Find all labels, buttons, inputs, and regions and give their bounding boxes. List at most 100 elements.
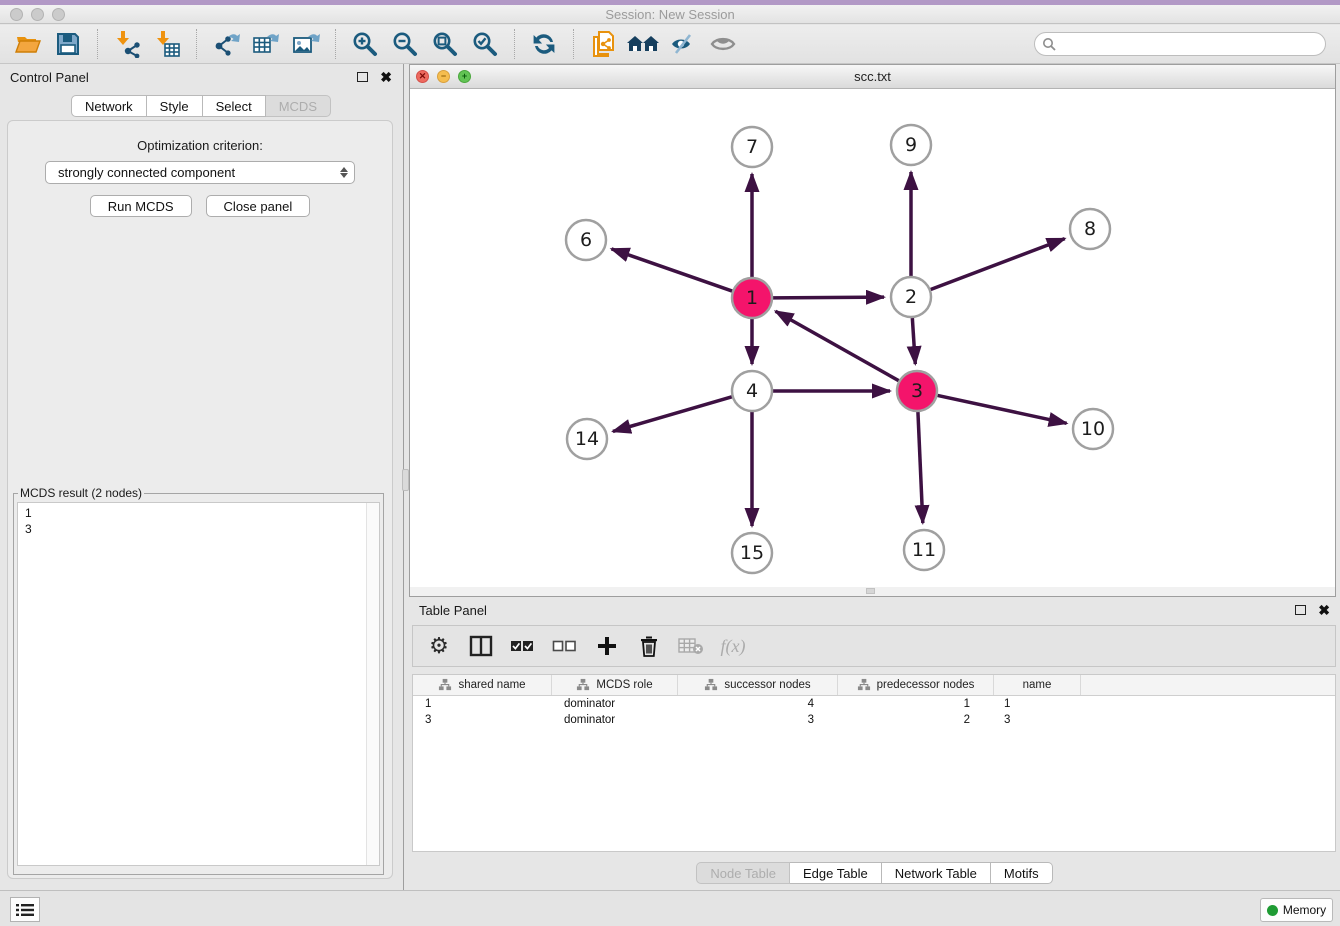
cell-successor-nodes[interactable]: 4 xyxy=(678,698,838,710)
search-input[interactable] xyxy=(1034,32,1326,56)
export-network-icon xyxy=(211,30,241,58)
hide-panel-button[interactable] xyxy=(666,28,700,60)
zoom-in-button[interactable] xyxy=(348,28,382,60)
mcds-result-title: MCDS result (2 nodes) xyxy=(18,486,144,500)
table-row[interactable]: 3 dominator 3 2 3 xyxy=(413,712,1335,728)
zoom-selected-button[interactable] xyxy=(468,28,502,60)
delete-table-button[interactable] xyxy=(677,632,705,660)
toolbar-separator xyxy=(573,29,574,59)
toolbar-separator xyxy=(97,29,98,59)
float-table-panel-icon[interactable] xyxy=(1295,605,1306,615)
splitter-handle[interactable] xyxy=(402,469,409,491)
unchecked-boxes-icon xyxy=(552,637,578,655)
network-hscroll-knob[interactable] xyxy=(866,588,875,594)
column-label: name xyxy=(1023,679,1052,691)
float-panel-icon[interactable] xyxy=(357,72,368,82)
show-columns-button[interactable] xyxy=(467,632,495,660)
column-header-name[interactable]: name xyxy=(994,675,1081,695)
node-table[interactable]: shared name MCDS role successor nodes pr… xyxy=(412,674,1336,852)
result-scrollbar[interactable] xyxy=(366,503,379,865)
cell-shared-name[interactable]: 1 xyxy=(413,698,552,710)
graph-edge-2-3[interactable] xyxy=(912,318,915,364)
column-header-predecessor-nodes[interactable]: predecessor nodes xyxy=(838,675,994,695)
cell-successor-nodes[interactable]: 3 xyxy=(678,714,838,726)
cell-name[interactable]: 1 xyxy=(994,698,1081,710)
close-panel-button[interactable]: Close panel xyxy=(206,195,311,217)
network-window-title: scc.txt xyxy=(410,69,1335,84)
delete-column-button[interactable] xyxy=(635,632,663,660)
export-network-button[interactable] xyxy=(209,28,243,60)
cell-predecessor-nodes[interactable]: 2 xyxy=(838,714,994,726)
column-header-successor-nodes[interactable]: successor nodes xyxy=(678,675,838,695)
graph-edge-3-11[interactable] xyxy=(918,412,923,523)
checked-boxes-icon xyxy=(510,637,536,655)
clone-network-button[interactable] xyxy=(586,28,620,60)
cell-mcds-role[interactable]: dominator xyxy=(552,714,678,726)
toolbar-separator xyxy=(196,29,197,59)
column-label: predecessor nodes xyxy=(877,679,975,691)
graph-node-label: 11 xyxy=(912,539,936,561)
export-image-icon xyxy=(291,30,321,58)
select-all-button[interactable] xyxy=(509,632,537,660)
graph-edge-2-8[interactable] xyxy=(931,239,1065,290)
dropdown-stepper-icon xyxy=(340,167,348,178)
run-mcds-button[interactable]: Run MCDS xyxy=(90,195,192,217)
eye-icon xyxy=(708,30,738,58)
tab-network[interactable]: Network xyxy=(71,95,147,117)
tab-motifs[interactable]: Motifs xyxy=(991,862,1053,884)
column-header-shared-name[interactable]: shared name xyxy=(413,675,552,695)
network-graph[interactable]: 7968124314101511 xyxy=(410,89,1335,587)
tab-select[interactable]: Select xyxy=(203,95,266,117)
column-label: MCDS role xyxy=(596,679,652,691)
unselect-all-button[interactable] xyxy=(551,632,579,660)
open-session-button[interactable] xyxy=(11,28,45,60)
graph-edge-4-14[interactable] xyxy=(613,397,732,432)
toolbar-separator xyxy=(514,29,515,59)
memory-button[interactable]: Memory xyxy=(1260,898,1333,922)
home-button[interactable] xyxy=(626,28,660,60)
export-table-button[interactable] xyxy=(249,28,283,60)
task-history-button[interactable] xyxy=(10,897,40,922)
save-session-button[interactable] xyxy=(51,28,85,60)
import-network-button[interactable] xyxy=(110,28,144,60)
tab-style[interactable]: Style xyxy=(147,95,203,117)
tab-network-table[interactable]: Network Table xyxy=(882,862,991,884)
graph-edge-3-1[interactable] xyxy=(776,311,899,380)
export-table-icon xyxy=(251,30,281,58)
apply-layout-button[interactable] xyxy=(527,28,561,60)
cell-mcds-role[interactable]: dominator xyxy=(552,698,678,710)
table-row[interactable]: 1 dominator 4 1 1 xyxy=(413,696,1335,712)
close-panel-icon[interactable]: ✖ xyxy=(380,70,392,84)
network-canvas[interactable]: 7968124314101511 xyxy=(410,89,1335,587)
apply-function-button[interactable]: f(x) xyxy=(719,632,747,660)
graph-node-label: 2 xyxy=(905,286,917,308)
show-eye-button[interactable] xyxy=(706,28,740,60)
graph-node-label: 15 xyxy=(740,542,764,564)
import-table-button[interactable] xyxy=(150,28,184,60)
table-settings-button[interactable]: ⚙ xyxy=(425,632,453,660)
optimization-criterion-select[interactable]: strongly connected component xyxy=(45,161,355,184)
fx-icon: f(x) xyxy=(721,636,746,657)
mcds-result-area[interactable]: 1 3 xyxy=(17,502,380,866)
close-table-panel-icon[interactable]: ✖ xyxy=(1318,603,1330,617)
tab-edge-table[interactable]: Edge Table xyxy=(790,862,882,884)
graph-edge-3-10[interactable] xyxy=(938,395,1067,423)
graph-edge-1-6[interactable] xyxy=(611,249,732,291)
trash-icon xyxy=(638,634,660,658)
status-bar: Memory xyxy=(0,890,1340,926)
export-image-button[interactable] xyxy=(289,28,323,60)
cell-predecessor-nodes[interactable]: 1 xyxy=(838,698,994,710)
zoom-fit-button[interactable] xyxy=(428,28,462,60)
network-hscrollbar[interactable] xyxy=(410,587,1335,596)
panel-splitter[interactable] xyxy=(402,64,409,890)
cell-name[interactable]: 3 xyxy=(994,714,1081,726)
network-window-titlebar[interactable]: ✕ − + scc.txt xyxy=(410,65,1335,89)
tab-node-table[interactable]: Node Table xyxy=(696,862,790,884)
tab-mcds[interactable]: MCDS xyxy=(266,95,331,117)
mcds-panel-body: Optimization criterion: strongly connect… xyxy=(7,120,393,879)
graph-edge-1-2[interactable] xyxy=(773,297,884,298)
add-column-button[interactable] xyxy=(593,632,621,660)
column-header-mcds-role[interactable]: MCDS role xyxy=(552,675,678,695)
zoom-out-button[interactable] xyxy=(388,28,422,60)
cell-shared-name[interactable]: 3 xyxy=(413,714,552,726)
